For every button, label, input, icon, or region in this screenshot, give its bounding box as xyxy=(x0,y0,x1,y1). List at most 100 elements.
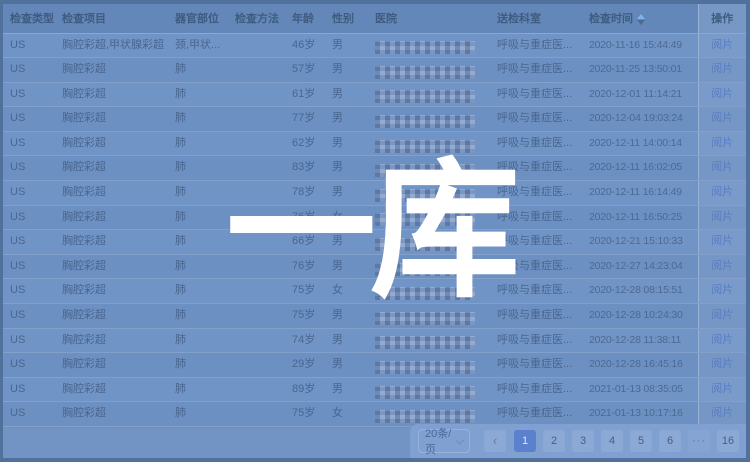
view-images-link[interactable]: 阅片 xyxy=(711,407,733,419)
cell-hospital xyxy=(371,377,493,402)
view-images-link[interactable]: 阅片 xyxy=(711,88,733,100)
table-header: 检查类型 检查项目 器官部位 检查方法 年龄 性别 医院 送检科室 检查时间 操… xyxy=(3,4,746,33)
page-ellipsis[interactable]: ··· xyxy=(688,430,710,452)
view-images-link[interactable]: 阅片 xyxy=(711,137,733,149)
cell-age: 75岁 xyxy=(288,279,328,304)
cell-exam-time: 2020-12-11 16:14:49 xyxy=(585,181,698,206)
col-header-action: 操作 xyxy=(698,4,746,33)
cell-gender: 男 xyxy=(328,131,371,156)
cell-exam-type: US xyxy=(3,402,58,427)
cell-exam-method xyxy=(231,58,288,83)
table-row[interactable]: US 胸腔彩超 肺 62岁 男 呼吸与重症医... 2020-12-11 14:… xyxy=(3,131,746,156)
page-button-5[interactable]: 5 xyxy=(630,430,652,452)
cell-gender: 男 xyxy=(328,377,371,402)
cell-department: 呼吸与重症医... xyxy=(493,205,585,230)
view-images-link[interactable]: 阅片 xyxy=(711,309,733,321)
page-button-4[interactable]: 4 xyxy=(601,430,623,452)
cell-gender: 男 xyxy=(328,230,371,255)
cell-age: 66岁 xyxy=(288,230,328,255)
exam-table-panel: 检查类型 检查项目 器官部位 检查方法 年龄 性别 医院 送检科室 检查时间 操… xyxy=(3,4,746,458)
cell-organ-part: 肺 xyxy=(171,58,231,83)
cell-department: 呼吸与重症医... xyxy=(493,402,585,427)
cell-gender: 男 xyxy=(328,254,371,279)
cell-exam-method xyxy=(231,131,288,156)
cell-exam-item: 胸腔彩超 xyxy=(58,402,171,427)
cell-exam-time: 2020-12-04 19:03:24 xyxy=(585,107,698,132)
table-row[interactable]: US 胸腔彩超 肺 78岁 男 呼吸与重症医... 2020-12-11 16:… xyxy=(3,181,746,206)
cell-exam-item: 胸腔彩超 xyxy=(58,279,171,304)
view-images-link[interactable]: 阅片 xyxy=(711,383,733,395)
cell-hospital xyxy=(371,33,493,58)
hospital-redacted-block xyxy=(375,90,475,103)
hospital-redacted-block xyxy=(375,361,475,374)
col-header-exam-time[interactable]: 检查时间 xyxy=(585,4,698,33)
table-row[interactable]: US 胸腔彩超 肺 76岁 男 呼吸与重症医... 2020-12-27 14:… xyxy=(3,254,746,279)
cell-exam-item: 胸腔彩超 xyxy=(58,82,171,107)
col-header-hospital: 医院 xyxy=(371,4,493,33)
table-row[interactable]: US 胸腔彩超 肺 61岁 男 呼吸与重症医... 2020-12-01 11:… xyxy=(3,82,746,107)
cell-exam-time: 2021-01-13 10:17:16 xyxy=(585,402,698,427)
cell-exam-time: 2020-12-21 15:10:33 xyxy=(585,230,698,255)
sort-carets[interactable] xyxy=(637,13,646,26)
sort-desc-icon[interactable] xyxy=(637,20,645,25)
cell-action: 阅片 xyxy=(698,254,746,279)
page-buttons: 123456 ··· 16 xyxy=(514,430,746,452)
cell-department: 呼吸与重症医... xyxy=(493,82,585,107)
view-images-link[interactable]: 阅片 xyxy=(711,211,733,223)
view-images-link[interactable]: 阅片 xyxy=(711,334,733,346)
cell-age: 89岁 xyxy=(288,377,328,402)
view-images-link[interactable]: 阅片 xyxy=(711,235,733,247)
cell-hospital xyxy=(371,304,493,329)
cell-organ-part: 肺 xyxy=(171,131,231,156)
cell-action: 阅片 xyxy=(698,353,746,378)
cell-exam-item: 胸腔彩超 xyxy=(58,377,171,402)
view-images-link[interactable]: 阅片 xyxy=(711,112,733,124)
cell-department: 呼吸与重症医... xyxy=(493,33,585,58)
view-images-link[interactable]: 阅片 xyxy=(711,63,733,75)
prev-page-button[interactable]: ‹ xyxy=(484,430,506,452)
view-images-link[interactable]: 阅片 xyxy=(711,161,733,173)
cell-gender: 男 xyxy=(328,58,371,83)
view-images-link[interactable]: 阅片 xyxy=(711,186,733,198)
cell-exam-method xyxy=(231,279,288,304)
table-row[interactable]: US 胸腔彩超 肺 66岁 男 呼吸与重症医... 2020-12-21 15:… xyxy=(3,230,746,255)
table-row[interactable]: US 胸腔彩超 肺 76岁 女 呼吸与重症医... 2020-12-11 16:… xyxy=(3,205,746,230)
cell-exam-time: 2020-12-01 11:14:21 xyxy=(585,82,698,107)
col-label: 检查时间 xyxy=(589,13,633,25)
cell-gender: 女 xyxy=(328,402,371,427)
table-row[interactable]: US 胸腔彩超 肺 57岁 男 呼吸与重症医... 2020-11-25 13:… xyxy=(3,58,746,83)
page-button-6[interactable]: 6 xyxy=(659,430,681,452)
table-row[interactable]: US 胸腔彩超 肺 77岁 男 呼吸与重症医... 2020-12-04 19:… xyxy=(3,107,746,132)
cell-hospital xyxy=(371,82,493,107)
cell-gender: 男 xyxy=(328,33,371,58)
table-row[interactable]: US 胸腔彩超 肺 29岁 男 呼吸与重症医... 2020-12-28 16:… xyxy=(3,353,746,378)
cell-action: 阅片 xyxy=(698,181,746,206)
page-size-select[interactable]: 20条/页 xyxy=(418,429,470,453)
cell-organ-part: 肺 xyxy=(171,353,231,378)
table-row[interactable]: US 胸腔彩超 肺 89岁 男 呼吸与重症医... 2021-01-13 08:… xyxy=(3,377,746,402)
view-images-link[interactable]: 阅片 xyxy=(711,284,733,296)
view-images-link[interactable]: 阅片 xyxy=(711,260,733,272)
table-row[interactable]: US 胸腔彩超 肺 74岁 男 呼吸与重症医... 2020-12-28 11:… xyxy=(3,328,746,353)
hospital-redacted-block xyxy=(375,140,475,153)
view-images-link[interactable]: 阅片 xyxy=(711,39,733,51)
hospital-redacted-block xyxy=(375,189,475,202)
cell-exam-time: 2020-12-28 11:38:11 xyxy=(585,328,698,353)
sort-asc-icon[interactable] xyxy=(637,14,645,19)
view-images-link[interactable]: 阅片 xyxy=(711,358,733,370)
page-button-3[interactable]: 3 xyxy=(572,430,594,452)
cell-organ-part: 肺 xyxy=(171,377,231,402)
page-button-2[interactable]: 2 xyxy=(543,430,565,452)
cell-organ-part: 肺 xyxy=(171,254,231,279)
cell-department: 呼吸与重症医... xyxy=(493,58,585,83)
hospital-redacted-block xyxy=(375,213,475,226)
table-row[interactable]: US 胸腔彩超 肺 75岁 女 呼吸与重症医... 2020-12-28 08:… xyxy=(3,279,746,304)
table-row[interactable]: US 胸腔彩超 肺 75岁 男 呼吸与重症医... 2020-12-28 10:… xyxy=(3,304,746,329)
table-row[interactable]: US 胸腔彩超 肺 83岁 男 呼吸与重症医... 2020-12-11 16:… xyxy=(3,156,746,181)
page-button-1[interactable]: 1 xyxy=(514,430,536,452)
table-row[interactable]: US 胸腔彩超,甲状腺彩超 颈,甲状... 46岁 男 呼吸与重症医... 20… xyxy=(3,33,746,58)
pagination-bar: 20条/页 ‹ 123456 ··· 16 xyxy=(3,428,746,458)
page-button-16[interactable]: 16 xyxy=(717,430,739,452)
cell-exam-type: US xyxy=(3,230,58,255)
table-row[interactable]: US 胸腔彩超 肺 75岁 女 呼吸与重症医... 2021-01-13 10:… xyxy=(3,402,746,427)
